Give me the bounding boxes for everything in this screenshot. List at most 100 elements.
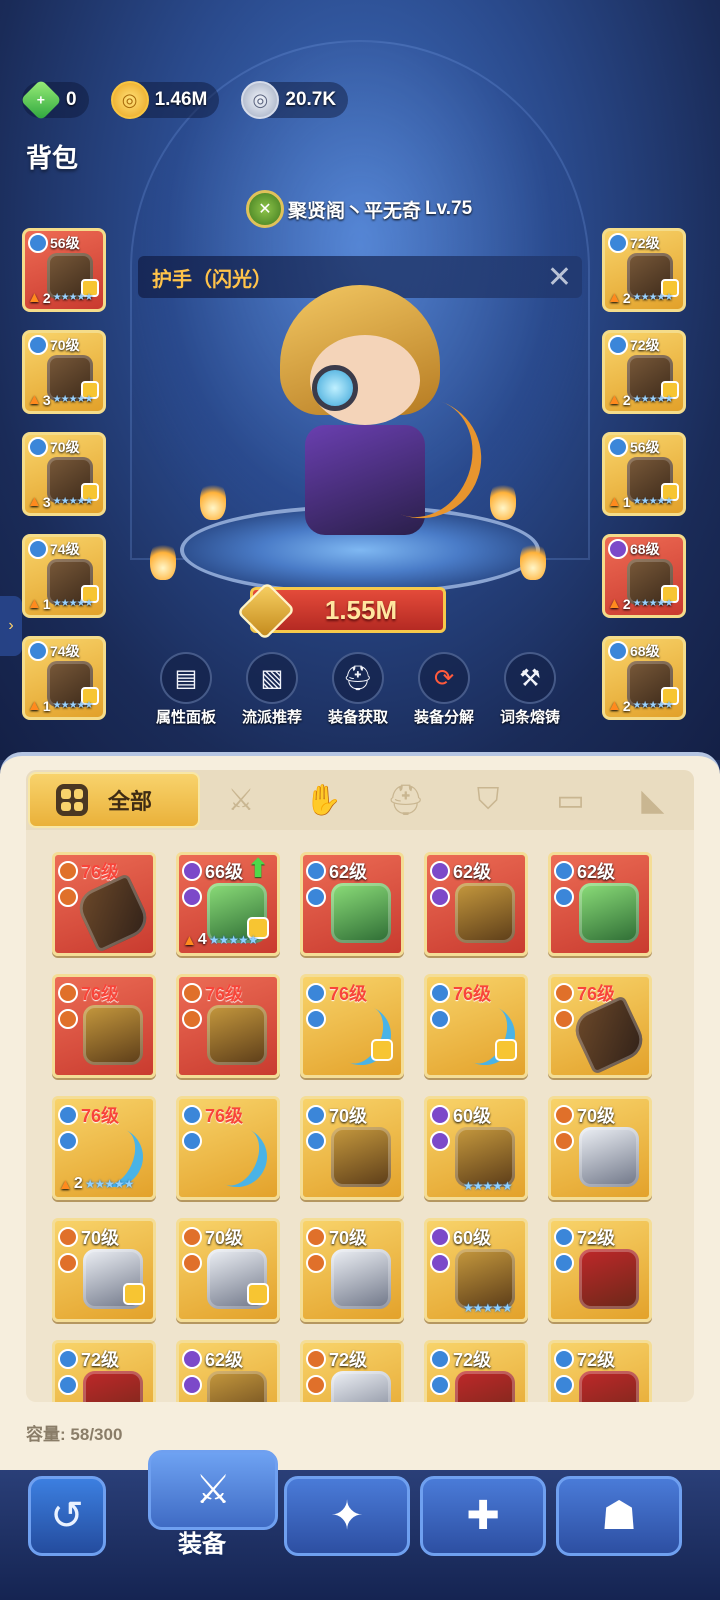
tab-all[interactable]: 全部 <box>28 772 200 828</box>
mask-nav-button[interactable]: ☗ <box>556 1476 682 1556</box>
element-icon <box>554 1131 574 1151</box>
equipment-slot[interactable]: 56级 ▲ 1 ★★★★★ <box>602 432 686 516</box>
inventory-item[interactable]: 76级 <box>176 974 280 1078</box>
slot-rank-text: 3 <box>42 493 51 510</box>
item-rank: ★★★★★ <box>461 1179 513 1193</box>
gear-icon <box>455 1127 515 1187</box>
element-icon <box>306 983 326 1003</box>
item-level: 62级 <box>430 858 491 884</box>
inventory-item[interactable]: 62级 <box>176 1340 280 1402</box>
tab-boots[interactable]: ◣ <box>612 772 694 828</box>
slot-level-text: 70级 <box>50 337 80 353</box>
element-icon <box>554 1253 574 1273</box>
gear-icon <box>579 1371 639 1402</box>
glove-icon: ✋ <box>304 783 342 817</box>
hero-character[interactable] <box>250 285 499 555</box>
flame-icon: ▲ <box>58 1175 73 1193</box>
inventory-item[interactable]: 60级 ★★★★★ <box>424 1218 528 1322</box>
item-level-text: 70级 <box>329 1106 368 1126</box>
side-expand-arrow[interactable]: › <box>0 596 22 656</box>
silver-currency[interactable]: ◎ 20.7K <box>241 81 349 119</box>
inventory-item[interactable]: 72级 <box>548 1218 652 1322</box>
item-level-text: 70级 <box>329 1228 368 1248</box>
treasure-icon: ✦ <box>330 1494 364 1538</box>
element-icon <box>430 1009 450 1029</box>
equipment-slot[interactable]: 72级 ▲ 2 ★★★★★ <box>602 330 686 414</box>
inventory-item[interactable]: 76级 <box>52 974 156 1078</box>
inventory-item[interactable]: 62级 <box>300 852 404 956</box>
equipment-slot[interactable]: 68级 ▲ 2 ★★★★★ <box>602 534 686 618</box>
action-book[interactable]: ▤ 属性面板 <box>150 652 222 727</box>
inventory-item[interactable]: 70级 <box>52 1218 156 1322</box>
inventory-item[interactable]: 76级 <box>548 974 652 1078</box>
stars-icon: ★★★★★ <box>632 700 674 711</box>
action-anvil[interactable]: ⚒ 词条熔铸 <box>494 652 566 727</box>
inventory-item[interactable]: 70级 <box>300 1096 404 1200</box>
slot-level: 70级 <box>28 437 80 457</box>
inventory-item[interactable]: 62级 <box>548 852 652 956</box>
close-button[interactable]: ✕ <box>547 260 572 295</box>
slot-level: 74级 <box>28 539 80 559</box>
gear-icon <box>445 995 525 1075</box>
item-level-text: 62级 <box>577 862 616 882</box>
equipment-slot[interactable]: 74级 ▲ 1 ★★★★★ <box>22 636 106 720</box>
slot-level: 68级 <box>608 641 660 661</box>
bag-inner: 全部 ⚔ ✋ ⛑ ⛉ ▭ ◣ 76级 66级 ⬆ ▲ 4 ★★★★★ 62级 62级 62级 76级 76级 7… <box>26 770 694 1402</box>
treasure-nav-button[interactable]: ✦ <box>284 1476 410 1556</box>
inventory-item[interactable]: 72级 <box>300 1340 404 1402</box>
element-icon <box>554 861 574 881</box>
inventory-item[interactable]: 70级 <box>176 1218 280 1322</box>
upgrade-arrow-icon: ⬆ <box>247 853 269 883</box>
items-grid: 76级 66级 ⬆ ▲ 4 ★★★★★ 62级 62级 62级 76级 76级 76级 76级 76级 76… <box>52 852 652 1402</box>
inventory-item[interactable]: 76级 <box>52 852 156 956</box>
capacity-label: 容量: <box>26 1425 66 1444</box>
element-icon <box>306 1227 326 1247</box>
back-button[interactable]: ↺ <box>28 1476 106 1556</box>
equipment-nav-button[interactable]: ⚔ <box>148 1450 278 1530</box>
inventory-item[interactable]: 72级 <box>548 1340 652 1402</box>
tab-armor[interactable]: ⛉ <box>447 772 529 828</box>
equipment-slot[interactable]: 56级 ▲ 2 ★★★★★ <box>22 228 106 312</box>
tab-weapon[interactable]: ⚔ <box>200 772 282 828</box>
equipment-slot[interactable]: 70级 ▲ 3 ★★★★★ <box>22 330 106 414</box>
gem-currency[interactable]: + 0 <box>20 79 89 121</box>
gear-icon <box>579 1249 639 1309</box>
slot-level-text: 68级 <box>630 541 660 557</box>
tab-pants[interactable]: ▭ <box>529 772 611 828</box>
gold-currency[interactable]: ◎ 1.46M <box>110 81 220 119</box>
inventory-item[interactable]: 62级 <box>424 852 528 956</box>
inventory-item[interactable]: 66级 ⬆ ▲ 4 ★★★★★ <box>176 852 280 956</box>
mask-icon: ☗ <box>601 1494 637 1538</box>
item-level: 70级 <box>306 1102 367 1128</box>
slot-level-text: 74级 <box>50 643 80 659</box>
equipment-slot[interactable]: 68级 ▲ 2 ★★★★★ <box>602 636 686 720</box>
action-scroll[interactable]: ▧ 流派推荐 <box>236 652 308 727</box>
slot-level: 68级 <box>608 539 660 559</box>
inventory-item[interactable]: 70级 <box>300 1218 404 1322</box>
tab-helmet[interactable]: ⛑ <box>365 772 447 828</box>
puzzle-nav-button[interactable]: ✚ <box>420 1476 546 1556</box>
inventory-item[interactable]: 72级 <box>52 1340 156 1402</box>
inventory-item[interactable]: 76级 <box>300 974 404 1078</box>
stars-icon: ★★★★★ <box>208 933 259 947</box>
book-icon: ▤ <box>160 652 212 704</box>
inventory-item[interactable]: 76级 <box>424 974 528 1078</box>
item-level-text: 76级 <box>81 984 120 1004</box>
inventory-item[interactable]: 72级 <box>424 1340 528 1402</box>
equipment-slot[interactable]: 70级 ▲ 3 ★★★★★ <box>22 432 106 516</box>
action-recycle[interactable]: ⟳ 装备分解 <box>408 652 480 727</box>
slot-level-text: 56级 <box>630 439 660 455</box>
action-helmet[interactable]: ⛑ 装备获取 <box>322 652 394 727</box>
player-info: ✕ 聚贤阁丶平无奇 Lv.75 <box>246 190 472 228</box>
inventory-item[interactable]: 60级 ★★★★★ <box>424 1096 528 1200</box>
inventory-item[interactable]: 70级 <box>548 1096 652 1200</box>
gear-icon <box>331 1127 391 1187</box>
equipment-slot[interactable]: 72级 ▲ 2 ★★★★★ <box>602 228 686 312</box>
item-level: 72级 <box>430 1346 491 1372</box>
tab-glove[interactable]: ✋ <box>282 772 364 828</box>
inventory-item[interactable]: 76级 <box>176 1096 280 1200</box>
inventory-item[interactable]: 76级 ▲ 2 ★★★★★ <box>52 1096 156 1200</box>
item-level-text: 72级 <box>81 1350 120 1370</box>
equipment-slot[interactable]: 74级 ▲ 1 ★★★★★ <box>22 534 106 618</box>
element-icon <box>28 233 48 253</box>
